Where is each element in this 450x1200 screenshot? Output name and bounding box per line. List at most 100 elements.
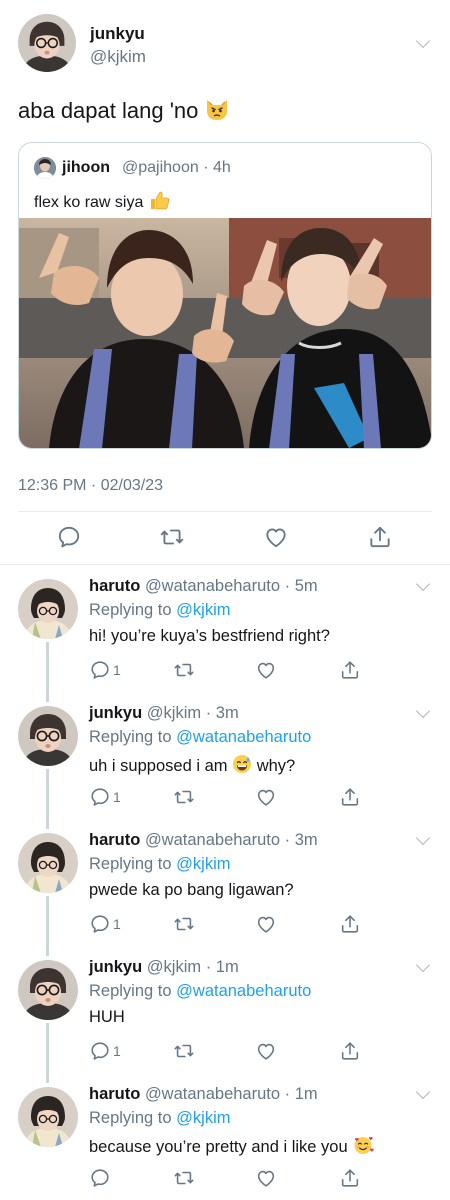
replying-to-label: Replying to <box>89 982 172 1000</box>
action-bar: 1 <box>89 1040 359 1064</box>
tweet-timestamp[interactable]: 12:36 PM · 02/03/23 <box>18 477 163 495</box>
retweet-icon[interactable] <box>173 913 195 935</box>
quoted-text: flex ko raw siya <box>34 190 170 215</box>
reply-text-content: uh i supposed i am <box>89 757 228 775</box>
like-icon[interactable] <box>255 1040 277 1062</box>
author-meta: @watanabeharuto · 3m <box>144 831 318 849</box>
reply-header: junkyu @kjkim · 3m <box>89 704 239 723</box>
like-icon[interactable] <box>263 524 289 550</box>
retweet-icon[interactable] <box>173 1040 195 1062</box>
chevron-down-icon[interactable] <box>415 957 431 973</box>
mention-link[interactable]: @kjkim <box>176 1109 230 1127</box>
tweet-text-content: aba dapat lang 'no <box>18 98 199 123</box>
mention-link[interactable]: @watanabeharuto <box>176 728 311 746</box>
reply-text: uh i supposed i am why? <box>89 754 295 779</box>
reply-tweet[interactable]: haruto @watanabeharuto · 1m Replying to … <box>0 1068 450 1200</box>
thread-line <box>46 814 49 829</box>
quoted-text-content: flex ko raw siya <box>34 194 144 211</box>
replying-to: Replying to @kjkim <box>89 1109 230 1128</box>
main-tweet: junkyu @kjkim aba dapat lang 'no jihoon … <box>0 0 450 565</box>
author-name[interactable]: haruto <box>89 831 140 849</box>
author-name[interactable]: haruto <box>89 1085 140 1103</box>
action-bar <box>89 1167 359 1191</box>
mention-link[interactable]: @watanabeharuto <box>176 982 311 1000</box>
reply-header: junkyu @kjkim · 1m <box>89 958 239 977</box>
avatar[interactable] <box>18 1087 78 1147</box>
like-icon[interactable] <box>255 1167 277 1189</box>
quoted-photo[interactable] <box>19 218 431 448</box>
reply-icon[interactable]: 1 <box>89 786 121 808</box>
avatar[interactable] <box>18 960 78 1020</box>
reply-tweet[interactable]: haruto @watanabeharuto · 5m Replying to … <box>0 565 450 697</box>
author-name[interactable]: haruto <box>89 577 140 595</box>
mention-link[interactable]: @kjkim <box>176 855 230 873</box>
action-bar: 1 <box>89 913 359 937</box>
chevron-down-icon[interactable] <box>415 33 431 49</box>
pouting-cat-icon <box>205 99 229 127</box>
quoted-time: · 4h <box>203 159 231 176</box>
reply-header: haruto @watanabeharuto · 3m <box>89 831 318 850</box>
reply-icon[interactable]: 1 <box>89 913 121 935</box>
action-bar: 1 <box>89 659 359 683</box>
tweet-text: aba dapat lang 'no <box>18 98 229 127</box>
quoted-tweet[interactable]: jihoon @pajihoon · 4h flex ko raw siya <box>18 142 432 449</box>
author-name[interactable]: junkyu <box>89 704 142 722</box>
reply-text-content: because you’re pretty and i like you <box>89 1138 348 1156</box>
replying-to-label: Replying to <box>89 601 172 619</box>
author-name[interactable]: junkyu <box>89 958 142 976</box>
avatar[interactable] <box>18 14 76 72</box>
quoted-author-handle: @pajihoon <box>122 159 199 176</box>
share-icon[interactable] <box>339 1167 361 1189</box>
like-icon[interactable] <box>255 786 277 808</box>
thread-line <box>46 941 49 956</box>
reply-text: HUH <box>89 1008 125 1026</box>
retweet-icon[interactable] <box>173 659 195 681</box>
chevron-down-icon[interactable] <box>415 830 431 846</box>
retweet-icon[interactable] <box>173 1167 195 1189</box>
author-meta: @watanabeharuto · 5m <box>144 577 318 595</box>
avatar[interactable] <box>18 706 78 766</box>
chevron-down-icon[interactable] <box>415 703 431 719</box>
reply-icon[interactable]: 1 <box>89 1040 121 1062</box>
chevron-down-icon[interactable] <box>415 576 431 592</box>
avatar <box>34 157 56 179</box>
replying-to-label: Replying to <box>89 728 172 746</box>
retweet-icon[interactable] <box>173 786 195 808</box>
avatar[interactable] <box>18 833 78 893</box>
reply-text-tail: why? <box>256 757 296 775</box>
smiling-face-with-hearts-icon <box>352 1135 374 1160</box>
reply-text: because you’re pretty and i like you <box>89 1135 374 1160</box>
like-icon[interactable] <box>255 659 277 681</box>
chevron-down-icon[interactable] <box>415 1084 431 1100</box>
reply-tweet[interactable]: junkyu @kjkim · 1m Replying to @watanabe… <box>0 941 450 1078</box>
reply-tweet[interactable]: junkyu @kjkim · 3m Replying to @watanabe… <box>0 687 450 824</box>
author-meta: @kjkim · 3m <box>146 704 239 722</box>
mention-link[interactable]: @kjkim <box>176 601 230 619</box>
avatar[interactable] <box>18 579 78 639</box>
reply-tweet[interactable]: haruto @watanabeharuto · 3m Replying to … <box>0 814 450 951</box>
divider <box>18 511 432 512</box>
share-icon[interactable] <box>339 1040 361 1062</box>
thread-line <box>46 1068 49 1083</box>
share-icon[interactable] <box>367 524 393 550</box>
quoted-author-meta: @pajihoon · 4h <box>122 159 231 177</box>
reply-header: haruto @watanabeharuto · 5m <box>89 577 318 596</box>
action-bar: 1 <box>89 786 359 810</box>
share-icon[interactable] <box>339 913 361 935</box>
replying-to: Replying to @kjkim <box>89 855 230 874</box>
author-meta: @watanabeharuto · 1m <box>144 1085 318 1103</box>
share-icon[interactable] <box>339 786 361 808</box>
sweat-smile-icon <box>232 754 252 779</box>
author-handle[interactable]: @kjkim <box>90 47 146 67</box>
author-meta: @kjkim · 1m <box>146 958 239 976</box>
retweet-icon[interactable] <box>159 524 185 550</box>
reply-icon[interactable] <box>89 1167 111 1189</box>
replying-to: Replying to @watanabeharuto <box>89 982 311 1001</box>
author-name[interactable]: junkyu <box>90 24 145 44</box>
like-icon[interactable] <box>255 913 277 935</box>
reply-count: 1 <box>113 1043 121 1059</box>
reply-icon[interactable] <box>56 524 82 550</box>
reply-icon[interactable]: 1 <box>89 659 121 681</box>
replying-to: Replying to @kjkim <box>89 601 230 620</box>
share-icon[interactable] <box>339 659 361 681</box>
